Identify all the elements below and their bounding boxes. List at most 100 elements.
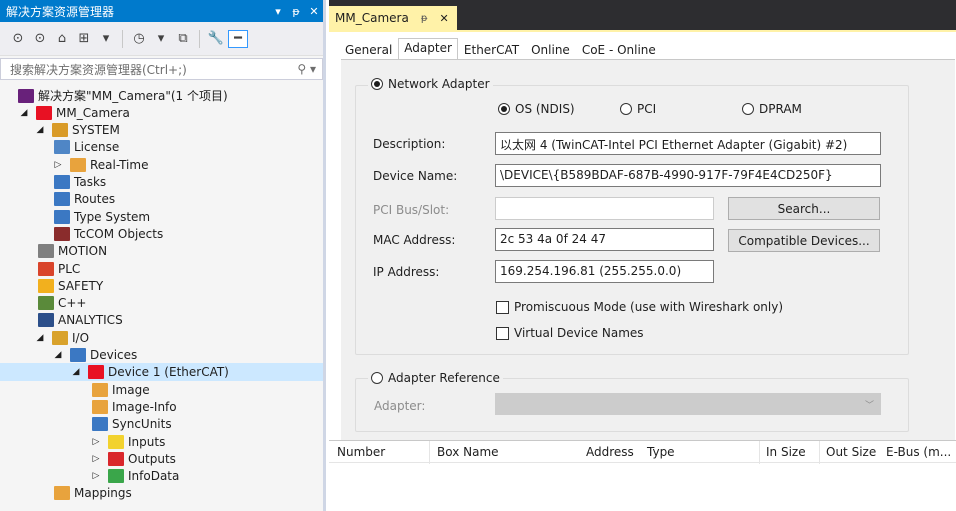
- switch-views-dropdown-icon[interactable]: ▾: [96, 28, 116, 50]
- tree-item[interactable]: MOTION: [38, 243, 107, 260]
- column-separator[interactable]: [429, 441, 430, 464]
- tree-item[interactable]: ANALYTICS: [38, 312, 123, 329]
- device-name-field[interactable]: \DEVICE\{B589BDAF-687B-4990-917F-79F4E4C…: [495, 164, 881, 187]
- collapse-arrow-icon[interactable]: ◢: [70, 367, 82, 377]
- tree-item[interactable]: Image-Info: [92, 398, 177, 415]
- tree-item[interactable]: 解决方案"MM_Camera"(1 个项目): [18, 87, 228, 104]
- forward-icon[interactable]: ⊙: [30, 28, 50, 50]
- promiscuous-mode-checkbox[interactable]: [496, 300, 509, 314]
- column-type[interactable]: Type: [647, 445, 675, 459]
- search-icon[interactable]: ⚲ ▾: [297, 62, 316, 76]
- network-adapter-option[interactable]: Network Adapter: [368, 77, 493, 91]
- pending-changes-filter-icon[interactable]: ◷: [129, 28, 149, 50]
- adapter-reference-option[interactable]: Adapter Reference: [368, 371, 503, 385]
- tree-item[interactable]: ◢ Device 1 (EtherCAT): [70, 364, 229, 381]
- window-position-dropdown-icon[interactable]: ▾: [269, 5, 287, 18]
- expand-arrow-icon[interactable]: ▷: [90, 471, 102, 481]
- solution-explorer-panel: 解决方案资源管理器 ▾ ᵽ ✕ ⊙ ⊙ ⌂ ⊞ ▾ ◷ ▾ ⧉ 🔧 ━ 搜索解决…: [0, 0, 326, 511]
- column-in-size[interactable]: In Size: [766, 445, 806, 459]
- tree-item[interactable]: SyncUnits: [92, 416, 172, 433]
- close-tab-icon[interactable]: ✕: [439, 12, 448, 25]
- tab-adapter[interactable]: Adapter: [398, 38, 458, 60]
- expand-arrow-icon[interactable]: ▷: [90, 437, 102, 447]
- tree-item-label: SAFETY: [58, 278, 104, 293]
- network-adapter-radio[interactable]: [371, 78, 383, 90]
- tree-item[interactable]: ▷ InfoData: [90, 468, 179, 485]
- dpram-radio[interactable]: [742, 103, 754, 115]
- ip-address-field[interactable]: 169.254.196.81 (255.255.0.0): [495, 260, 714, 283]
- expand-arrow-icon[interactable]: ▷: [52, 160, 64, 170]
- document-tab-mm-camera[interactable]: MM_Camera ᵽ ✕: [329, 6, 457, 30]
- mode-dpram-option[interactable]: DPRAM: [742, 102, 802, 116]
- pin-tab-icon[interactable]: ᵽ: [421, 13, 428, 24]
- tree-item-label: MOTION: [58, 244, 108, 259]
- tree-item[interactable]: PLC: [38, 260, 80, 277]
- inputs-icon: [108, 434, 124, 449]
- tree-item-label: C++: [58, 296, 87, 311]
- tree-item-label: Routes: [74, 192, 116, 207]
- os-ndis-radio[interactable]: [498, 103, 510, 115]
- column-box-name[interactable]: Box Name: [437, 445, 499, 459]
- adapter-reference-radio[interactable]: [371, 372, 383, 384]
- mode-os-ndis-option[interactable]: OS (NDIS): [498, 102, 575, 116]
- tree-item[interactable]: ◢ Devices: [52, 347, 137, 364]
- tree-item[interactable]: ▷ Inputs: [90, 433, 165, 450]
- tree-item-label: ANALYTICS: [58, 313, 123, 328]
- tree-item[interactable]: ▷ Outputs: [90, 450, 176, 467]
- filter-dropdown-icon[interactable]: ▾: [151, 28, 171, 50]
- pci-radio[interactable]: [620, 103, 632, 115]
- image-info-icon: [92, 399, 108, 414]
- compatible-devices-button[interactable]: Compatible Devices...: [728, 229, 880, 252]
- description-field[interactable]: 以太网 4 (TwinCAT-Intel PCI Ethernet Adapte…: [495, 132, 881, 155]
- collapse-all-icon[interactable]: ⧉: [173, 28, 193, 50]
- search-button[interactable]: Search...: [728, 197, 880, 220]
- switch-views-icon[interactable]: ⊞: [74, 28, 94, 50]
- home-icon[interactable]: ⌂: [52, 28, 72, 50]
- tab-general[interactable]: General: [339, 40, 398, 60]
- tree-item[interactable]: TcCOM Objects: [54, 225, 163, 242]
- tree-item[interactable]: ◢ SYSTEM: [34, 122, 120, 139]
- tree-item[interactable]: ◢ I/O: [34, 329, 89, 346]
- tree-item[interactable]: Tasks: [54, 174, 106, 191]
- properties-wrench-icon[interactable]: 🔧: [206, 28, 226, 50]
- virtual-device-names-checkbox[interactable]: [496, 326, 509, 340]
- tccom-icon: [54, 226, 70, 241]
- back-icon[interactable]: ⊙: [8, 28, 28, 50]
- syncunits-icon: [92, 417, 108, 432]
- mac-address-field[interactable]: 2c 53 4a 0f 24 47: [495, 228, 714, 251]
- collapse-arrow-icon[interactable]: ◢: [34, 333, 46, 343]
- column-out-size[interactable]: Out Size: [826, 445, 876, 459]
- tree-item[interactable]: C++: [38, 295, 87, 312]
- adapter-dropdown: ﹀: [495, 393, 881, 415]
- tree-item[interactable]: Mappings: [54, 485, 132, 502]
- collapse-arrow-icon[interactable]: ◢: [52, 350, 64, 360]
- tree-item[interactable]: Routes: [54, 191, 115, 208]
- solution-explorer-search[interactable]: 搜索解决方案资源管理器(Ctrl+;) ⚲ ▾: [0, 58, 323, 80]
- column-number[interactable]: Number: [337, 445, 385, 459]
- collapse-arrow-icon[interactable]: ◢: [18, 108, 30, 118]
- column-ebus[interactable]: E-Bus (m...: [886, 445, 951, 459]
- column-address[interactable]: Address: [586, 445, 634, 459]
- tab-coe-online[interactable]: CoE - Online: [576, 40, 662, 60]
- promiscuous-mode-option[interactable]: Promiscuous Mode (use with Wireshark onl…: [496, 300, 783, 314]
- tab-online[interactable]: Online: [525, 40, 576, 60]
- search-placeholder: 搜索解决方案资源管理器(Ctrl+;): [10, 62, 187, 77]
- tree-item[interactable]: ▷ Real-Time: [52, 156, 148, 173]
- tree-item[interactable]: SAFETY: [38, 277, 103, 294]
- virtual-device-names-option[interactable]: Virtual Device Names: [496, 326, 644, 340]
- mode-pci-option[interactable]: PCI: [620, 102, 656, 116]
- preview-selected-items-icon[interactable]: ━: [228, 29, 248, 48]
- collapse-arrow-icon[interactable]: ◢: [34, 125, 46, 135]
- close-icon[interactable]: ✕: [305, 5, 323, 18]
- tree-item[interactable]: Type System: [54, 208, 150, 225]
- auto-hide-pin-icon[interactable]: ᵽ: [287, 5, 305, 18]
- pci-bus-slot-label: PCI Bus/Slot:: [373, 203, 450, 217]
- column-separator[interactable]: [819, 441, 820, 464]
- analytics-icon: [38, 313, 54, 328]
- tree-item[interactable]: ◢ MM_Camera: [18, 104, 130, 121]
- tree-item[interactable]: License: [54, 139, 119, 156]
- expand-arrow-icon[interactable]: ▷: [90, 454, 102, 464]
- tree-item[interactable]: Image: [92, 381, 150, 398]
- tab-ethercat[interactable]: EtherCAT: [458, 40, 525, 60]
- column-separator[interactable]: [759, 441, 760, 464]
